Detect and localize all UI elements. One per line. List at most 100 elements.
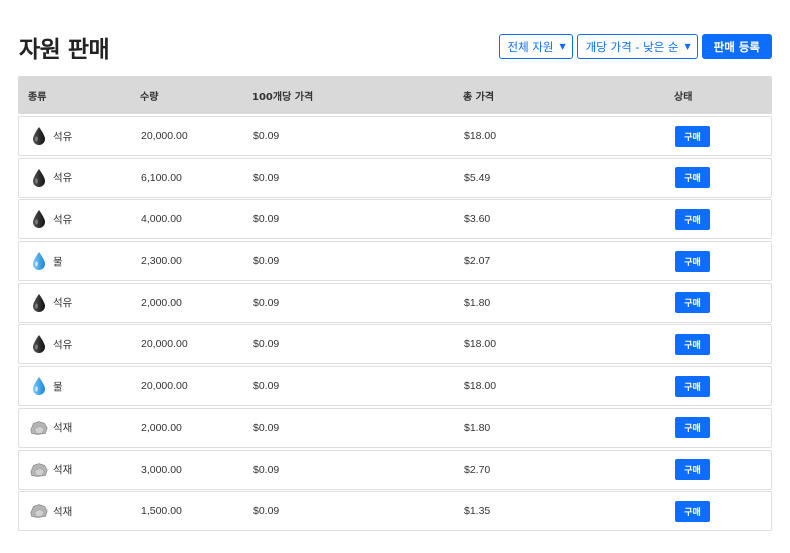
cell-unit-price: $0.09	[253, 505, 280, 518]
resource-name: 석유	[53, 297, 73, 310]
table-row: 석재 3,000.00 $0.09 $2.70 구매	[18, 449, 772, 490]
cell-status: 구매	[675, 250, 771, 272]
cell-type: 물	[19, 251, 141, 271]
toolbar: 전체 자원 ▼ 개당 가격 - 낮은 순 ▼ 판매 등록	[498, 34, 772, 59]
caret-down-icon: ▼	[684, 42, 691, 51]
oil-drop-icon	[29, 126, 49, 146]
cell-type: 석유	[19, 126, 141, 146]
resource-name: 석재	[53, 464, 73, 476]
cell-quantity: 2,000.00	[141, 421, 182, 434]
resource-name: 석유	[53, 130, 73, 143]
market-table: 종류 수량 100개당 가격 총 가격 상태 석유 20,000.00 $0.0…	[18, 76, 772, 532]
water-drop-icon	[29, 376, 49, 396]
cell-status: 구매	[675, 125, 771, 147]
oil-drop-icon	[29, 209, 49, 229]
cell-total-price: $3.60	[464, 213, 491, 226]
resource-name: 석유	[53, 172, 73, 185]
table-header: 종류 수량 100개당 가격 총 가격 상태	[18, 76, 772, 114]
resource-name: 석재	[53, 505, 73, 518]
cell-status: 구매	[675, 375, 771, 397]
stone-icon	[29, 501, 49, 521]
cell-status: 구매	[675, 333, 771, 355]
cell-type: 석유	[19, 209, 141, 229]
cell-unit-price: $0.09	[253, 213, 280, 226]
table-row: 석유 6,100.00 $0.09 $5.49 구매	[18, 157, 772, 198]
cell-unit-price: $0.09	[253, 255, 280, 268]
header-type: 종류	[28, 91, 47, 103]
cell-status: 구매	[675, 500, 771, 522]
resource-name: 석유	[53, 338, 73, 351]
resource-filter-value: 전체 자원	[507, 39, 554, 54]
cell-quantity: 4,000.00	[141, 213, 182, 226]
buy-button[interactable]: 구매	[675, 375, 710, 397]
cell-type: 석재	[19, 501, 141, 521]
oil-drop-icon	[29, 334, 49, 354]
cell-total-price: $1.80	[464, 421, 491, 434]
cell-type: 석재	[19, 418, 141, 438]
cell-total-price: $18.00	[464, 338, 497, 351]
cell-quantity: 20,000.00	[141, 338, 188, 351]
cell-status: 구매	[675, 208, 771, 230]
cell-unit-price: $0.09	[253, 380, 280, 393]
stone-icon	[29, 460, 49, 480]
resource-name: 물	[53, 255, 63, 268]
cell-quantity: 20,000.00	[141, 130, 188, 142]
header-quantity: 수량	[140, 91, 159, 103]
cell-status: 구매	[675, 167, 771, 189]
buy-button[interactable]: 구매	[675, 125, 710, 147]
table-row: 물 2,300.00 $0.09 $2.07 구매	[18, 241, 772, 282]
cell-status: 구매	[675, 459, 771, 480]
cell-type: 석유	[19, 334, 141, 354]
resource-name: 물	[53, 380, 63, 393]
cell-unit-price: $0.09	[253, 338, 280, 351]
table-row: 석유 4,000.00 $0.09 $3.60 구매	[18, 199, 772, 240]
table-row: 석재 2,000.00 $0.09 $1.80 구매	[18, 407, 772, 448]
cell-type: 물	[19, 376, 141, 396]
resource-filter-select[interactable]: 전체 자원 ▼	[498, 34, 573, 59]
buy-button[interactable]: 구매	[675, 333, 710, 355]
buy-button[interactable]: 구매	[675, 292, 710, 314]
table-row: 석유 20,000.00 $0.09 $18.00 구매	[18, 324, 772, 365]
header-unit-price: 100개당 가격	[252, 91, 314, 103]
resource-name: 석재	[53, 422, 73, 435]
buy-button[interactable]: 구매	[675, 459, 710, 480]
cell-total-price: $1.80	[464, 296, 491, 309]
cell-status: 구매	[675, 417, 771, 439]
buy-button[interactable]: 구매	[675, 417, 710, 439]
table-body: 석유 20,000.00 $0.09 $18.00 구매 석유 6,100.00…	[18, 116, 772, 532]
stone-icon	[29, 418, 49, 438]
table-row: 석재 1,500.00 $0.09 $1.35 구매	[18, 491, 772, 532]
cell-quantity: 20,000.00	[141, 380, 188, 393]
cell-total-price: $5.49	[464, 171, 491, 184]
header-status: 상태	[674, 91, 693, 103]
cell-quantity: 6,100.00	[141, 171, 182, 184]
buy-button[interactable]: 구매	[675, 208, 710, 230]
table-row: 물 20,000.00 $0.09 $18.00 구매	[18, 366, 772, 407]
register-sale-button[interactable]: 판매 등록	[701, 34, 772, 59]
cell-quantity: 3,000.00	[141, 463, 182, 476]
cell-total-price: $2.70	[464, 463, 491, 476]
cell-total-price: $2.07	[464, 255, 491, 268]
cell-quantity: 2,000.00	[141, 296, 182, 309]
cell-type: 석유	[19, 293, 141, 313]
water-drop-icon	[29, 251, 49, 271]
cell-total-price: $1.35	[464, 505, 491, 518]
page-title: 자원 판매	[19, 37, 110, 63]
resource-name: 석유	[53, 213, 73, 226]
oil-drop-icon	[29, 168, 49, 188]
cell-unit-price: $0.09	[253, 463, 280, 476]
table-row: 석유 20,000.00 $0.09 $18.00 구매	[18, 116, 772, 156]
cell-type: 석재	[19, 460, 141, 480]
cell-unit-price: $0.09	[253, 130, 280, 142]
oil-drop-icon	[29, 293, 49, 313]
buy-button[interactable]: 구매	[675, 167, 710, 189]
buy-button[interactable]: 구매	[675, 250, 710, 272]
buy-button[interactable]: 구매	[675, 500, 710, 522]
cell-unit-price: $0.09	[253, 171, 280, 184]
cell-status: 구매	[675, 292, 771, 314]
cell-quantity: 1,500.00	[141, 505, 182, 518]
table-row: 석유 2,000.00 $0.09 $1.80 구매	[18, 282, 772, 323]
cell-type: 석유	[19, 168, 141, 188]
sort-select[interactable]: 개당 가격 - 낮은 순 ▼	[576, 34, 698, 59]
cell-quantity: 2,300.00	[141, 255, 182, 268]
